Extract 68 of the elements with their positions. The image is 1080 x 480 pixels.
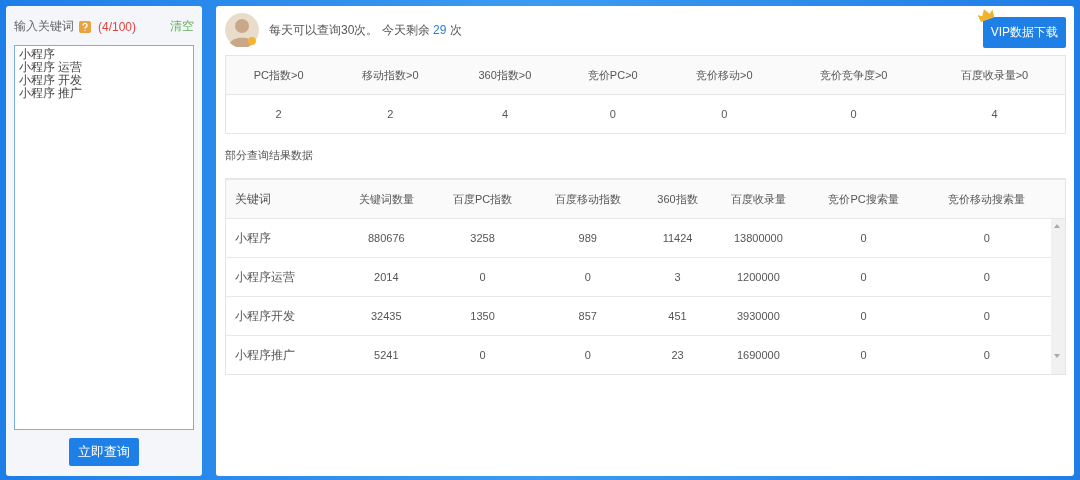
scroll-up-icon[interactable] <box>1053 223 1061 229</box>
table-cell: 2014 <box>339 257 433 297</box>
column-header: 移动指数>0 <box>331 55 450 95</box>
table-cell: 1350 <box>432 296 533 336</box>
table-cell: 13800000 <box>712 218 805 258</box>
table-cell: 989 <box>532 218 644 258</box>
table-cell: 4 <box>449 94 561 134</box>
table-cell: 0 <box>532 335 644 374</box>
help-icon[interactable] <box>79 20 91 33</box>
column-header: PC指数>0 <box>225 55 332 95</box>
table-cell: 4 <box>923 94 1066 134</box>
column-header: 关键词 <box>226 179 340 219</box>
keyword-line: 小程序 开发 <box>19 74 84 87</box>
table-cell: 0 <box>665 94 784 134</box>
table-cell: 0 <box>432 335 533 374</box>
table-cell: 0 <box>922 335 1051 374</box>
table-cell: 23 <box>643 335 712 374</box>
table-cell: 2 <box>225 94 332 134</box>
keyword-line: 小程序 运营 <box>19 61 84 74</box>
table-cell: 小程序 <box>226 218 340 258</box>
table-cell: 0 <box>804 218 923 258</box>
keyword-line: 小程序 推广 <box>19 87 84 100</box>
clear-link[interactable]: 清空 <box>170 18 194 35</box>
table-cell: 0 <box>922 296 1051 336</box>
scroll-down-icon[interactable] <box>1053 353 1061 359</box>
input-label: 输入关键词 <box>14 18 74 35</box>
column-header: 百度收录量>0 <box>923 55 1066 95</box>
table-cell: 小程序运营 <box>226 257 340 297</box>
table-cell: 3930000 <box>712 296 805 336</box>
table-cell: 0 <box>922 257 1051 297</box>
table-cell: 3 <box>643 257 712 297</box>
section-title: 部分查询结果数据 <box>225 148 314 163</box>
table-cell: 1200000 <box>712 257 805 297</box>
table-cell: 1690000 <box>712 335 805 374</box>
table-cell: 0 <box>432 257 533 297</box>
table-cell: 0 <box>783 94 924 134</box>
table-cell: 0 <box>532 257 644 297</box>
column-header: 360指数>0 <box>449 55 561 95</box>
keyword-line: 小程序 <box>19 48 56 61</box>
table-cell: 451 <box>643 296 712 336</box>
avatar-icon <box>225 13 259 47</box>
column-header: 百度收录量 <box>712 179 805 219</box>
table-cell: 0 <box>804 335 923 374</box>
table-cell: 32435 <box>339 296 433 336</box>
table-cell: 小程序开发 <box>226 296 340 336</box>
keyword-count: (4/100) <box>98 19 137 34</box>
table-cell: 880676 <box>339 218 433 258</box>
column-header: 竞价移动>0 <box>665 55 784 95</box>
table-cell: 5241 <box>339 335 433 374</box>
column-header: 竞价PC搜索量 <box>804 179 923 219</box>
table-cell: 小程序推广 <box>226 335 340 374</box>
table-cell: 0 <box>804 257 923 297</box>
column-header: 百度移动指数 <box>532 179 644 219</box>
column-header: 竞价竞争度>0 <box>783 55 924 95</box>
table-cell: 2 <box>331 94 450 134</box>
column-header: 360指数 <box>643 179 712 219</box>
column-header: 关键词数量 <box>339 179 433 219</box>
table-cell: 857 <box>532 296 644 336</box>
keyword-input[interactable]: 小程序 小程序 运营 小程序 开发 小程序 推广 <box>14 45 194 430</box>
table-cell: 11424 <box>643 218 712 258</box>
column-header: 百度PC指数 <box>432 179 533 219</box>
table-cell: 0 <box>560 94 666 134</box>
table-cell: 0 <box>804 296 923 336</box>
quota-text: 每天可以查询30次。 今天剩余 29 次 <box>269 21 462 39</box>
table-cell: 3258 <box>432 218 533 258</box>
query-button[interactable]: 立即查询 <box>69 438 139 466</box>
vip-download-button[interactable]: VIP数据下载 <box>982 17 1066 48</box>
column-header: 竞价PC>0 <box>560 55 666 95</box>
